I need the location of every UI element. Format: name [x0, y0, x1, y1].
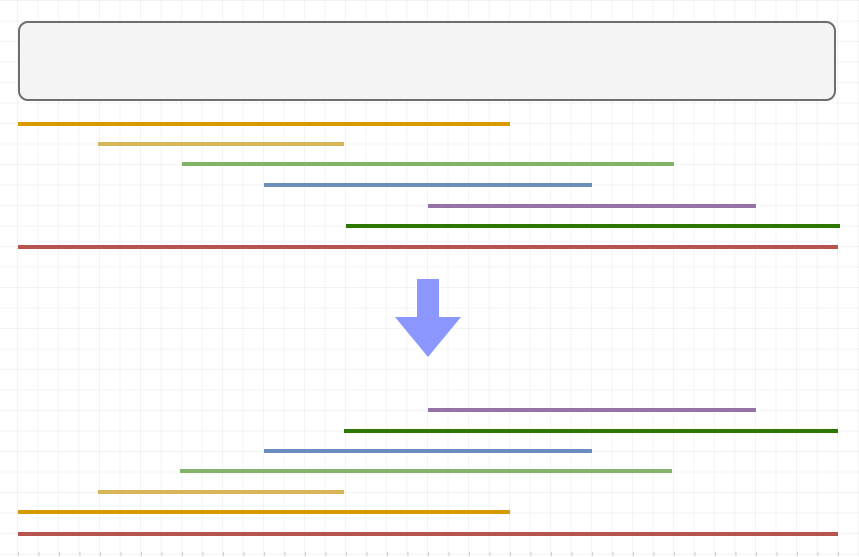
- yellow-bar: [98, 490, 344, 494]
- ruler-tick: [202, 552, 204, 556]
- red-bar: [18, 532, 838, 536]
- light-green-bar: [182, 162, 674, 166]
- ruler-tick: [715, 552, 716, 556]
- ruler-tick: [243, 552, 245, 556]
- ruler-tick: [633, 552, 634, 556]
- blue-bar: [264, 449, 592, 453]
- ruler-tick: [141, 552, 142, 556]
- ruler-tick: [469, 552, 470, 556]
- ruler-tick: [612, 552, 614, 556]
- down-arrow-icon: [395, 279, 461, 357]
- ruler-tick: [510, 552, 511, 556]
- ruler-tick: [325, 552, 327, 556]
- purple-bar: [428, 408, 756, 412]
- ruler-tick: [530, 552, 532, 556]
- ruler-tick: [448, 552, 450, 556]
- dark-green-bar: [346, 224, 840, 228]
- ruler-tick: [366, 552, 368, 556]
- ruler-tick: [407, 552, 409, 556]
- diagram-canvas: [0, 0, 859, 557]
- grid-ruler: [18, 552, 839, 556]
- ruler-tick: [428, 552, 429, 556]
- ruler-tick: [387, 552, 388, 556]
- ruler-tick: [489, 552, 491, 556]
- yellow-bar: [98, 142, 344, 146]
- ruler-tick: [100, 552, 101, 556]
- ruler-tick: [59, 552, 60, 556]
- ruler-tick: [592, 552, 593, 556]
- ruler-tick: [653, 552, 655, 556]
- orange-bar: [18, 510, 510, 514]
- ruler-tick: [838, 552, 839, 556]
- orange-bar: [18, 122, 510, 126]
- ruler-tick: [797, 552, 798, 556]
- dark-green-bar: [344, 429, 838, 433]
- ruler-tick: [223, 552, 224, 556]
- light-green-bar: [180, 469, 672, 473]
- ruler-tick: [571, 552, 573, 556]
- ruler-tick: [120, 552, 122, 556]
- ruler-tick: [182, 552, 183, 556]
- ruler-tick: [161, 552, 163, 556]
- ruler-tick: [551, 552, 552, 556]
- ruler-tick: [38, 552, 40, 556]
- ruler-tick: [694, 552, 696, 556]
- ruler-tick: [264, 552, 265, 556]
- down-arrow-shape: [395, 279, 461, 357]
- ruler-tick: [756, 552, 757, 556]
- ruler-tick: [776, 552, 778, 556]
- ruler-tick: [79, 552, 81, 556]
- ruler-tick: [18, 552, 19, 556]
- container-box: [18, 21, 836, 101]
- ruler-tick: [735, 552, 737, 556]
- ruler-tick: [346, 552, 347, 556]
- ruler-tick: [674, 552, 675, 556]
- ruler-tick: [305, 552, 306, 556]
- ruler-tick: [817, 552, 819, 556]
- blue-bar: [264, 183, 592, 187]
- purple-bar: [428, 204, 756, 208]
- ruler-tick: [284, 552, 286, 556]
- red-bar: [18, 245, 838, 249]
